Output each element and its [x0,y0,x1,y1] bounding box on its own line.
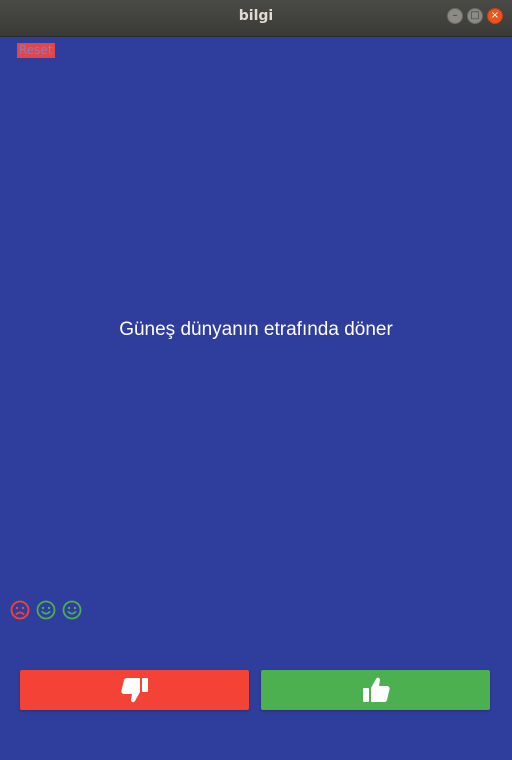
false-answer-button[interactable] [20,670,249,710]
true-answer-button[interactable] [261,670,490,710]
title-bar: bilgi – □ × [0,0,512,37]
question-text: Güneş dünyanın etrafında döner [119,319,393,340]
minimize-button[interactable]: – [447,8,463,24]
thumbs-down-icon [120,678,148,703]
smile-face-icon [36,600,56,620]
reset-button[interactable]: Reset [17,43,55,58]
thumbs-up-icon [362,677,390,702]
quiz-page: Reset Güneş dünyanın etrafında döner [0,37,512,760]
smile-face-icon [62,600,82,620]
close-button[interactable]: × [487,8,503,24]
score-keeper [10,600,82,620]
sad-face-icon [10,600,30,620]
window-title: bilgi [238,8,274,24]
maximize-button[interactable]: □ [467,8,483,24]
